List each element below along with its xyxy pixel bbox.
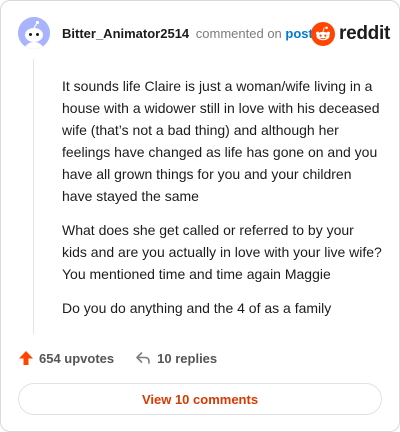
thread-line[interactable] — [33, 59, 34, 334]
comment-card: Bitter_Animator2514 commented on post re… — [0, 0, 400, 432]
upvote-arrow-icon[interactable] — [18, 350, 34, 366]
comment-paragraph: Do you do anything and the 4 of as a fam… — [62, 300, 332, 316]
comment-paragraph: What does she get called or referred to … — [62, 222, 382, 282]
view-comments-button[interactable]: View 10 comments — [18, 383, 382, 415]
reddit-logo[interactable]: reddit — [311, 22, 390, 46]
post-link[interactable]: post — [285, 26, 312, 41]
reddit-wordmark: reddit — [339, 23, 390, 44]
user-avatar[interactable] — [18, 17, 50, 49]
replies-count: 10 replies — [157, 350, 218, 366]
comment-header: Bitter_Animator2514 commented on post — [62, 26, 313, 41]
reddit-snoo-icon — [311, 22, 335, 46]
comment-body: It sounds life Claire is just a woman/wi… — [62, 75, 382, 331]
username[interactable]: Bitter_Animator2514 — [62, 26, 189, 41]
commented-label: commented on — [195, 26, 282, 41]
comment-footer: 654 upvotes 10 replies — [18, 350, 217, 366]
reply-arrow-icon — [136, 352, 150, 364]
snoo-avatar-icon — [18, 17, 50, 49]
replies-button[interactable]: 10 replies — [135, 350, 217, 366]
comment-paragraph: It sounds life Claire is just a woman/wi… — [62, 78, 380, 204]
upvote-count: 654 upvotes — [39, 350, 115, 366]
